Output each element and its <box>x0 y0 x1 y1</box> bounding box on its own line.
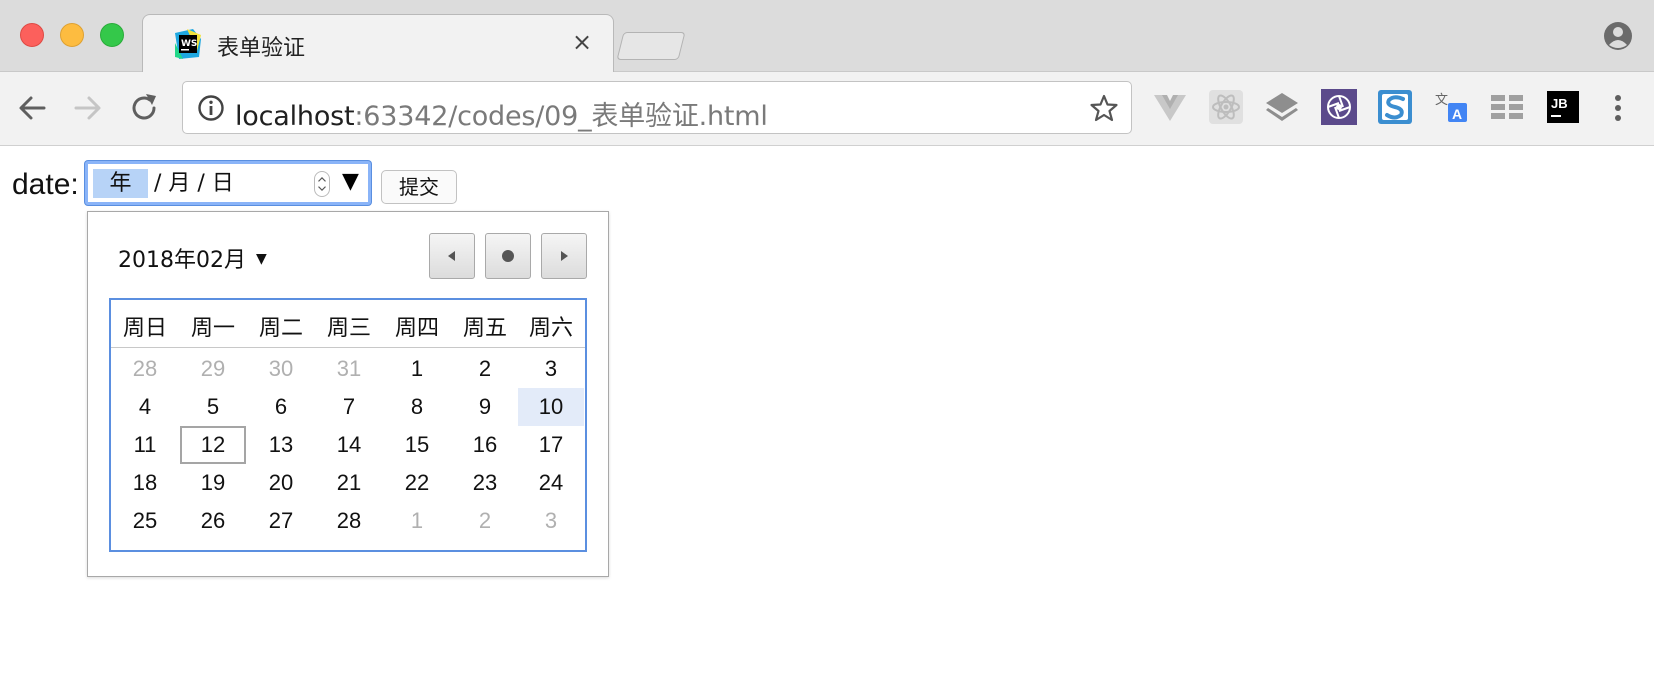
calendar-day-cell[interactable]: 10 <box>518 388 584 426</box>
svg-text:文: 文 <box>1435 93 1448 108</box>
calendar-day-cell[interactable]: 3 <box>518 350 584 388</box>
calendar-day-cell[interactable]: 27 <box>248 502 314 540</box>
tab-title: 表单验证 <box>217 36 306 61</box>
date-month-day-segments[interactable]: / 月 / 日 <box>154 169 234 198</box>
calendar-day-cell[interactable]: 3 <box>518 502 584 540</box>
back-arrow-icon[interactable] <box>14 90 50 126</box>
forward-arrow-icon[interactable] <box>70 90 106 126</box>
reload-icon[interactable] <box>126 90 162 126</box>
zoom-window-button[interactable] <box>100 23 124 47</box>
browser-window: WS 表单验证 × localhost:63342/codes/09_表单验证.… <box>0 0 1654 694</box>
calendar-day-cell[interactable]: 24 <box>518 464 584 502</box>
vue-devtools-icon[interactable] <box>1152 89 1188 125</box>
weekday-header-cell: 周六 <box>528 316 573 341</box>
url-path: :63342/codes/09_表单验证.html <box>354 101 768 132</box>
jetbrains-icon[interactable]: JB <box>1545 89 1581 125</box>
calendar-day-cell[interactable]: 9 <box>452 388 518 426</box>
calendar-day-cell[interactable]: 25 <box>112 502 178 540</box>
calendar-day-cell[interactable]: 12 <box>180 426 246 464</box>
calendar-day-cell[interactable]: 4 <box>112 388 178 426</box>
webstorm-icon: WS <box>175 29 201 59</box>
calendar-day-cell[interactable]: 16 <box>452 426 518 464</box>
dot-icon <box>502 250 514 262</box>
calendar-day-cell[interactable]: 30 <box>248 350 314 388</box>
calendar-day-cell[interactable]: 17 <box>518 426 584 464</box>
url-host: localhost <box>235 101 355 132</box>
calendar-popup: 2018年02月 ▼ 周日 周一 周二 周三 周四 周五 周六 28 29 30 31 1 2 3 4 5 6 <box>87 211 609 577</box>
tab-strip: WS 表单验证 × <box>0 0 1654 72</box>
today-button[interactable] <box>485 233 531 279</box>
react-devtools-icon[interactable] <box>1208 89 1244 125</box>
browser-toolbar: localhost:63342/codes/09_表单验证.html 文 A J… <box>0 72 1654 146</box>
month-selector[interactable]: 2018年02月 ▼ <box>118 242 267 274</box>
calendar-day-cell[interactable]: 21 <box>316 464 382 502</box>
calendar-day-cell[interactable]: 26 <box>180 502 246 540</box>
calendar-day-cell[interactable]: 2 <box>452 350 518 388</box>
calendar-day-cell[interactable]: 6 <box>248 388 314 426</box>
month-caret-icon: ▼ <box>255 251 267 267</box>
date-label: date: <box>12 168 79 201</box>
month-label: 2018年02月 <box>118 248 246 273</box>
aperture-icon[interactable] <box>1321 89 1357 125</box>
calendar-day-cell[interactable]: 11 <box>112 426 178 464</box>
svg-text:WS: WS <box>181 39 197 49</box>
calendar-day-cell[interactable]: 23 <box>452 464 518 502</box>
weekday-header-cell: 周三 <box>326 316 371 341</box>
weekday-header-cell: 周日 <box>122 316 167 341</box>
calendar-day-cell[interactable]: 2 <box>452 502 518 540</box>
profile-icon[interactable] <box>1603 21 1633 51</box>
address-bar[interactable]: localhost:63342/codes/09_表单验证.html <box>182 81 1132 134</box>
new-tab-button[interactable] <box>616 32 686 60</box>
weekday-header-cell: 周五 <box>462 316 507 341</box>
calendar-day-cell[interactable]: 28 <box>316 502 382 540</box>
calendar-day-cell[interactable]: 19 <box>180 464 246 502</box>
more-menu-icon[interactable] <box>1603 90 1633 126</box>
minimize-window-button[interactable] <box>60 23 84 47</box>
calendar-grid: 周日 周一 周二 周三 周四 周五 周六 28 29 30 31 1 2 3 4 5 6 7 8 9 10 11 12 13… <box>109 298 587 552</box>
spinner-icon[interactable] <box>314 171 330 197</box>
weekday-header: 周日 周一 周二 周三 周四 周五 周六 <box>111 300 585 348</box>
tab-close-icon[interactable]: × <box>567 27 597 57</box>
calendar-day-cell[interactable]: 14 <box>316 426 382 464</box>
grid-icon[interactable] <box>1489 89 1525 125</box>
calendar-day-cell[interactable]: 8 <box>384 388 450 426</box>
calendar-day-cell[interactable]: 1 <box>384 350 450 388</box>
calendar-day-cell[interactable]: 31 <box>316 350 382 388</box>
bookmark-star-icon[interactable] <box>1089 93 1119 123</box>
calendar-day-cell[interactable]: 29 <box>180 350 246 388</box>
calendar-day-cell[interactable]: 7 <box>316 388 382 426</box>
calendar-day-cell[interactable]: 5 <box>180 388 246 426</box>
date-year-segment[interactable]: 年 <box>93 169 148 198</box>
url-text[interactable]: localhost:63342/codes/09_表单验证.html <box>235 94 768 133</box>
calendar-day-cell[interactable]: 28 <box>112 350 178 388</box>
weekday-header-cell: 周二 <box>258 316 303 341</box>
layers-icon[interactable] <box>1264 89 1300 125</box>
next-month-button[interactable] <box>541 233 587 279</box>
calendar-day-cell[interactable]: 1 <box>384 502 450 540</box>
prev-month-button[interactable] <box>429 233 475 279</box>
calendar-dropdown-arrow-icon[interactable]: ▼ <box>342 167 359 197</box>
calendar-day-cell[interactable]: 15 <box>384 426 450 464</box>
weekday-header-cell: 周四 <box>394 316 439 341</box>
triangle-left-icon <box>448 251 455 261</box>
s-extension-icon[interactable] <box>1377 89 1413 125</box>
date-input[interactable]: 年 / 月 / 日 ▼ <box>85 161 371 205</box>
calendar-day-cell[interactable]: 22 <box>384 464 450 502</box>
close-window-button[interactable] <box>20 23 44 47</box>
page-content: date: 年 / 月 / 日 ▼ 提交 2018年02月 ▼ 周日 周一 周二… <box>0 146 1654 694</box>
weekday-header-cell: 周一 <box>190 316 235 341</box>
triangle-right-icon <box>561 251 568 261</box>
submit-button[interactable]: 提交 <box>381 170 457 204</box>
tab-active[interactable]: WS 表单验证 × <box>142 14 614 72</box>
info-icon[interactable] <box>197 94 225 122</box>
translate-icon[interactable]: 文 A <box>1433 89 1469 125</box>
svg-text:A: A <box>1452 106 1462 122</box>
calendar-day-cell[interactable]: 20 <box>248 464 314 502</box>
calendar-day-cell[interactable]: 18 <box>112 464 178 502</box>
calendar-day-cell[interactable]: 13 <box>248 426 314 464</box>
svg-text:JB: JB <box>1551 96 1568 111</box>
